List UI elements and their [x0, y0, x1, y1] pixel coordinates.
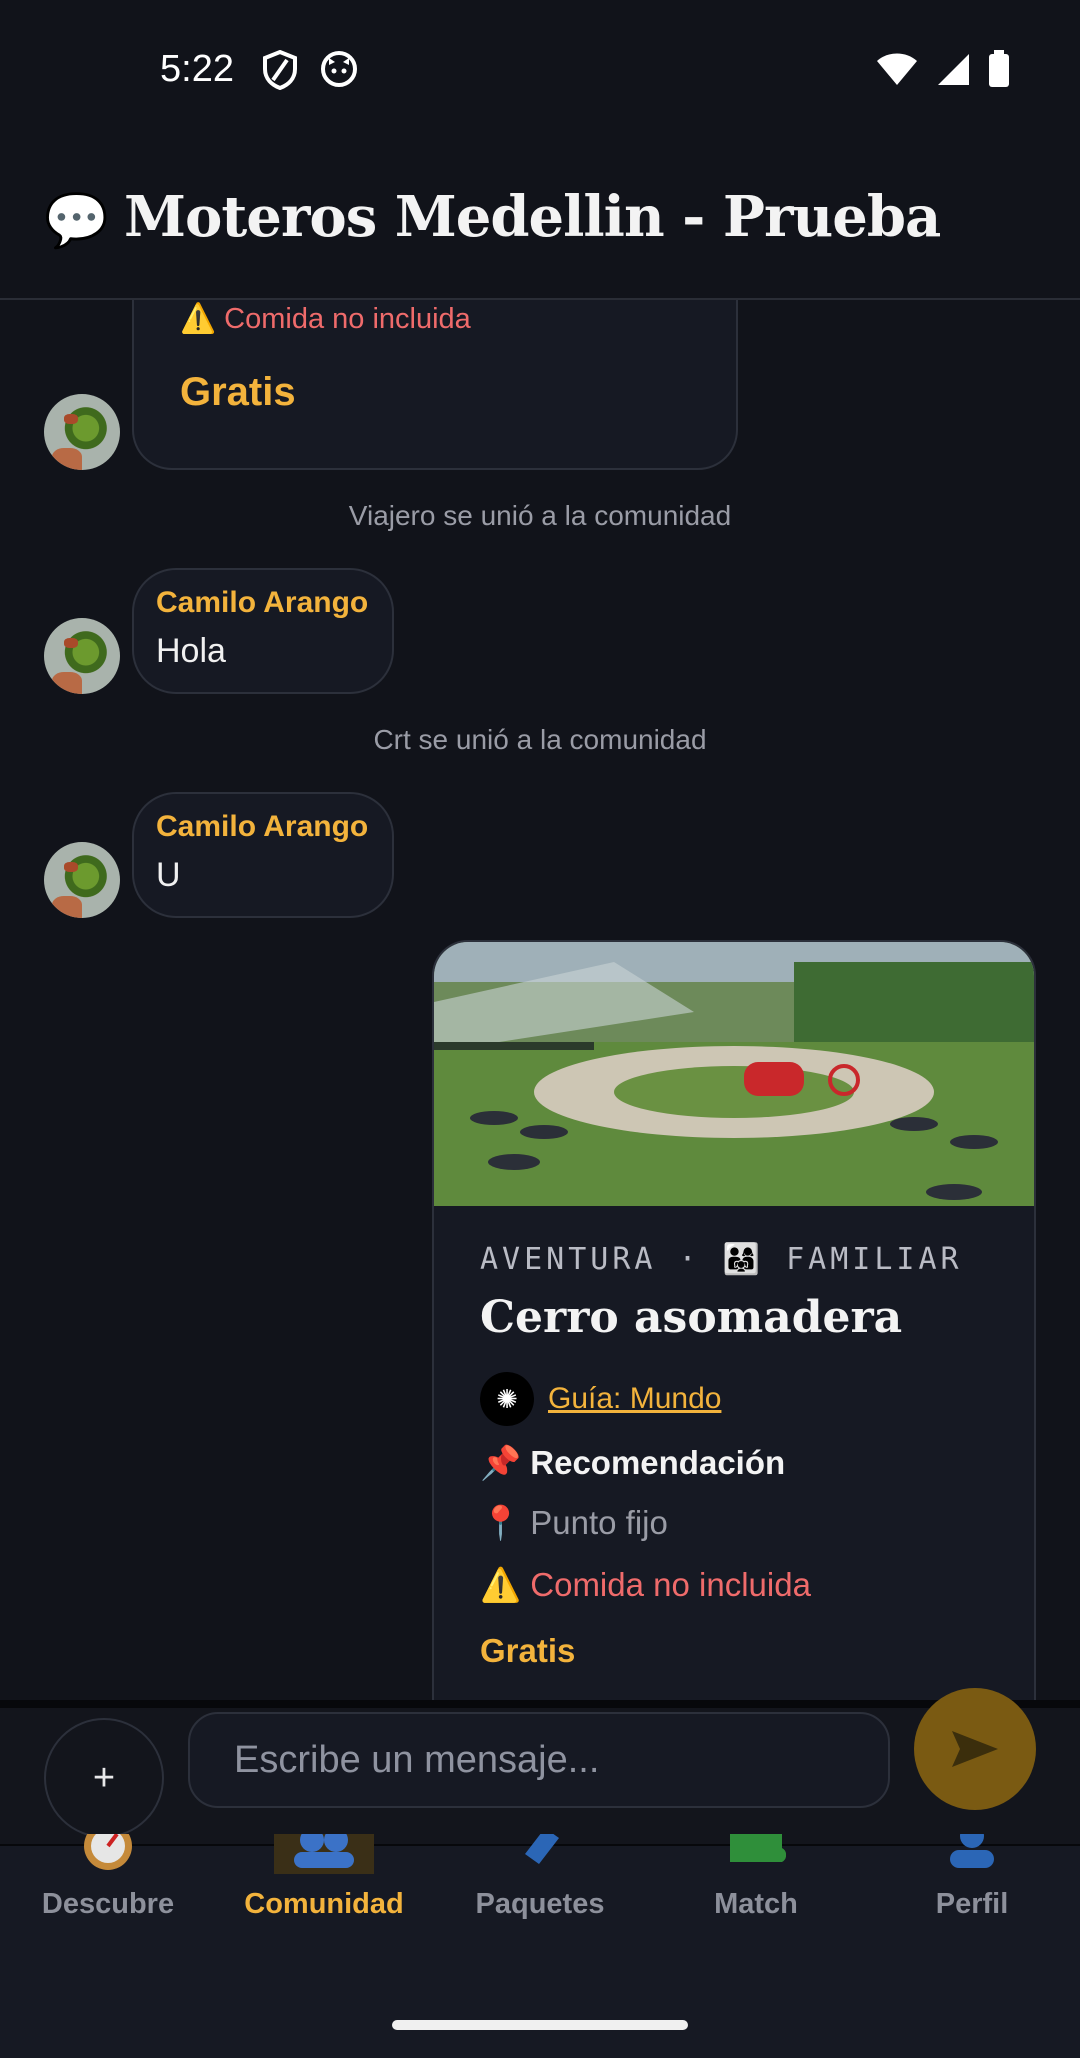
status-time: 5:22 [160, 48, 234, 90]
system-message: Crt se unió a la comunidad [373, 724, 707, 755]
food-warning: ⚠️ Comida no incluida [480, 1566, 811, 1603]
location-label: 📍 Punto fijo [480, 1504, 668, 1541]
battery-icon [989, 50, 1009, 87]
message-input[interactable] [188, 1712, 890, 1808]
speech-bubble-icon: 💬 [44, 192, 109, 250]
nav-label: Comunidad [244, 1888, 404, 1920]
chat-bubble[interactable]: Camilo Arango U [132, 792, 394, 918]
nav-item-comunidad[interactable]: Comunidad [216, 1834, 432, 1966]
avatar[interactable] [44, 618, 120, 694]
recommendation-label: 📌 Recomendación [480, 1444, 786, 1481]
attach-button[interactable]: + [44, 1718, 164, 1838]
cat-icon [321, 51, 357, 87]
nav-item-paquetes[interactable]: Paquetes [432, 1834, 648, 1966]
activity-title: Cerro asomadera [480, 1292, 903, 1343]
chat-messages[interactable]: ⚠️ Comida no incluida Gratis Viajero se … [0, 300, 1080, 1700]
guide-row[interactable]: ✺ Guía: Mundo [480, 1372, 721, 1426]
wifi-icon [877, 53, 917, 85]
chat-bubble[interactable]: Camilo Arango Hola [132, 568, 394, 694]
nav-label: Perfil [935, 1888, 1009, 1920]
chat-header: 💬 Moteros Medellin - Prueba [0, 150, 1080, 300]
category-label: AVENTURA · 👨‍👩‍👧 FAMILIAR [480, 1242, 963, 1277]
nav-item-perfil[interactable]: Perfil [864, 1834, 1080, 1966]
user-icon [864, 1834, 1080, 1874]
nav-item-match[interactable]: Match [648, 1834, 864, 1966]
send-icon [952, 1731, 998, 1767]
shield-icon [263, 50, 297, 90]
guide-logo-icon: ✺ [480, 1372, 534, 1426]
sender-name: Camilo Arango [156, 810, 369, 843]
nav-label: Descubre [41, 1888, 175, 1920]
page-title: Moteros Medellin - Prueba [124, 184, 941, 250]
nav-label: Paquetes [475, 1888, 605, 1920]
book-icon [432, 1834, 648, 1874]
avatar[interactable] [44, 842, 120, 918]
status-bar: 5:22 [0, 0, 1080, 140]
message-input-bar: + [0, 1688, 1080, 1854]
activity-card-previous[interactable]: ⚠️ Comida no incluida Gratis [132, 300, 738, 470]
activity-photo [434, 942, 1034, 1206]
plus-icon: + [92, 1756, 116, 1799]
compass-icon [0, 1834, 216, 1874]
activity-card[interactable]: AVENTURA · 👨‍👩‍👧 FAMILIAR Cerro asomader… [432, 940, 1036, 1700]
signal-icon [938, 54, 969, 85]
home-indicator[interactable] [392, 2020, 688, 2030]
sender-name: Camilo Arango [156, 586, 369, 619]
system-message: Viajero se unió a la comunidad [348, 500, 732, 531]
people-icon [216, 1834, 432, 1874]
send-button[interactable] [914, 1688, 1036, 1810]
avatar[interactable] [44, 394, 120, 470]
price-label: Gratis [480, 1632, 576, 1669]
price-label: Gratis [180, 370, 296, 414]
message-text: U [156, 856, 181, 894]
nav-item-descubre[interactable]: Descubre [0, 1834, 216, 1966]
guide-link[interactable]: Guía: Mundo [548, 1382, 721, 1416]
puzzle-icon [648, 1834, 864, 1874]
message-text: Hola [156, 632, 226, 670]
nav-label: Match [714, 1888, 798, 1920]
food-warning: ⚠️ Comida no incluida [180, 303, 471, 335]
